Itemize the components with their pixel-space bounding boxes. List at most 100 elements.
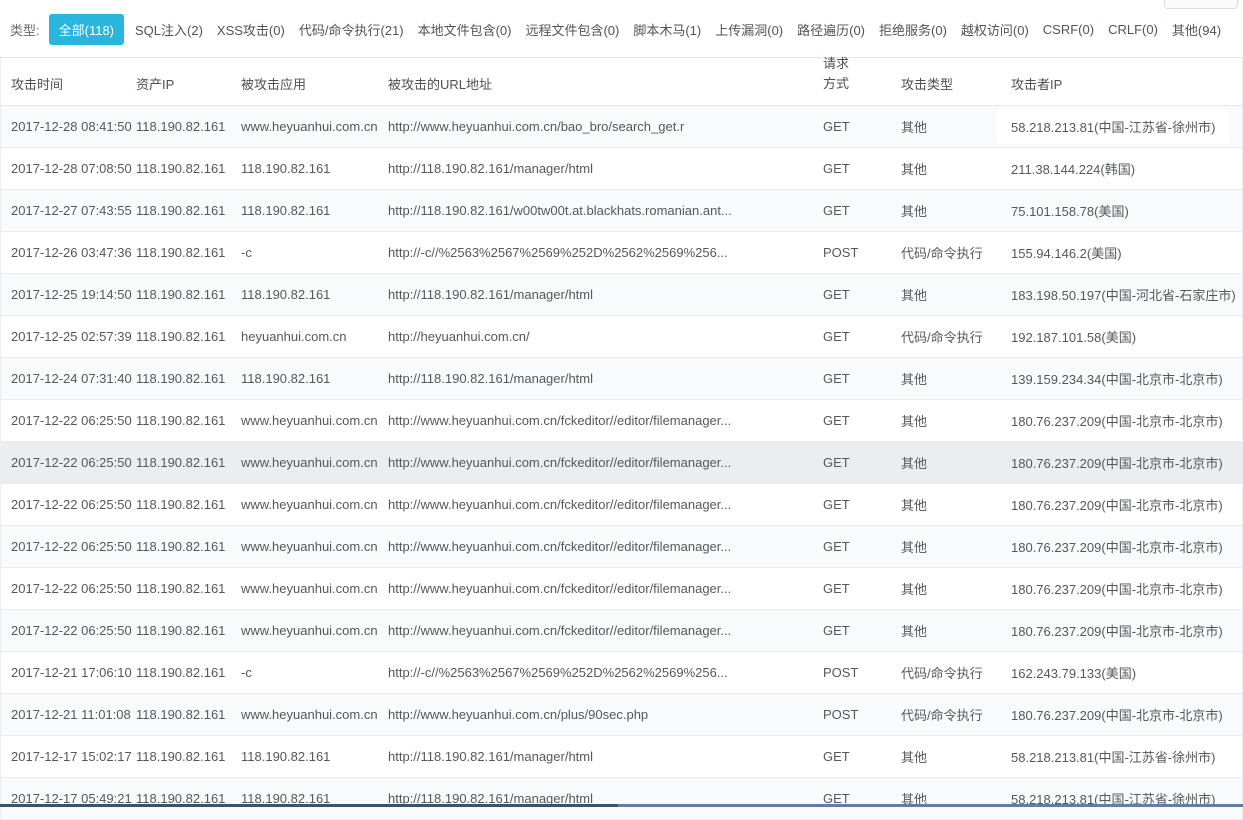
attacker-ip-value: 180.76.237.209(中国-北京市-北京市) <box>1011 621 1223 640</box>
cell-attack-type: 其他 <box>901 159 1011 178</box>
cell-attacker-ip: 180.76.237.209(中国-北京市-北京市) <box>1011 495 1242 514</box>
cell-attack-type: 其他 <box>901 369 1011 388</box>
cell-attack-type: 其他 <box>901 495 1011 514</box>
cell-attack-type: 其他 <box>901 621 1011 640</box>
filter-tab-label: 脚本木马(1) <box>633 23 701 38</box>
table-row[interactable]: 2017-12-28 07:08:50 118.190.82.161 118.1… <box>1 148 1242 190</box>
filter-tab[interactable]: 其他(94) <box>1165 14 1228 45</box>
cell-attack-time: 2017-12-25 19:14:50 <box>11 287 136 302</box>
cell-attacker-ip: 162.243.79.133(美国) <box>1011 663 1242 682</box>
table-row[interactable]: 2017-12-17 15:02:17 118.190.82.161 118.1… <box>1 736 1242 778</box>
filter-tab[interactable]: 脚本木马(1) <box>626 14 708 45</box>
table-row[interactable]: 2017-12-21 17:06:10 118.190.82.161 -c ht… <box>1 652 1242 694</box>
filter-tab[interactable]: 代码/命令执行(21) <box>292 14 411 45</box>
filter-tab[interactable]: 越权访问(0) <box>954 14 1036 45</box>
cell-attacked-url: http://www.heyuanhui.com.cn/fckeditor//e… <box>388 455 823 470</box>
filter-tab-label: 全部(118) <box>59 23 114 38</box>
filter-tab-label: 上传漏洞(0) <box>715 23 783 38</box>
cell-attacked-url: http://118.190.82.161/manager/html <box>388 749 823 764</box>
cell-attack-type: 其他 <box>901 411 1011 430</box>
cell-attack-time: 2017-12-21 17:06:10 <box>11 665 136 680</box>
header-attacked-app: 被攻击应用 <box>241 74 388 93</box>
filter-tab[interactable]: 全部(118) <box>49 14 124 45</box>
attacker-ip-value: 58.218.213.81(中国-江苏省-徐州市) <box>1011 747 1215 766</box>
cell-attacker-ip: 75.101.158.78(美国) <box>1011 201 1242 220</box>
cell-attacked-url: http://www.heyuanhui.com.cn/fckeditor//e… <box>388 581 823 596</box>
attacker-ip-value: 180.76.237.209(中国-北京市-北京市) <box>1011 495 1223 514</box>
cell-attacker-ip: 211.38.144.224(韩国) <box>1011 159 1242 178</box>
cell-attack-time: 2017-12-21 11:01:08 <box>11 707 136 722</box>
cell-attacked-app: www.heyuanhui.com.cn <box>241 455 388 470</box>
cell-request-method: GET <box>823 623 901 638</box>
attacker-ip-value: 211.38.144.224(韩国) <box>1011 159 1135 178</box>
cell-attack-time: 2017-12-22 06:25:50 <box>11 623 136 638</box>
cell-asset-ip: 118.190.82.161 <box>136 161 241 176</box>
filter-tab-label: 代码/命令执行(21) <box>299 23 404 38</box>
table-row[interactable]: 2017-12-24 07:31:40 118.190.82.161 118.1… <box>1 358 1242 400</box>
table-row[interactable]: 2017-12-27 07:43:55 118.190.82.161 118.1… <box>1 190 1242 232</box>
attacker-ip-value: 58.218.213.81(中国-江苏省-徐州市) <box>997 109 1229 144</box>
cell-request-method: GET <box>823 161 901 176</box>
table-row[interactable]: 2017-12-22 06:25:50 118.190.82.161 www.h… <box>1 526 1242 568</box>
cell-request-method: GET <box>823 455 901 470</box>
filter-tab[interactable]: CSRF(0) <box>1036 16 1101 43</box>
table-row[interactable]: 2017-12-21 11:01:08 118.190.82.161 www.h… <box>1 694 1242 736</box>
table-row[interactable]: 2017-12-25 19:14:50 118.190.82.161 118.1… <box>1 274 1242 316</box>
cell-attacked-app: 118.190.82.161 <box>241 749 388 764</box>
filter-tab-label: 拒绝服务(0) <box>879 23 947 38</box>
filter-tab[interactable]: 上传漏洞(0) <box>708 14 790 45</box>
filter-tab[interactable]: 远程文件包含(0) <box>518 14 626 45</box>
cell-attack-type: 代码/命令执行 <box>901 663 1011 682</box>
cell-asset-ip: 118.190.82.161 <box>136 539 241 554</box>
cell-attacked-app: www.heyuanhui.com.cn <box>241 623 388 638</box>
cell-asset-ip: 118.190.82.161 <box>136 329 241 344</box>
cell-request-method: GET <box>823 413 901 428</box>
table-row[interactable]: 2017-12-22 06:25:50 118.190.82.161 www.h… <box>1 484 1242 526</box>
cell-attacked-url: http://www.heyuanhui.com.cn/bao_bro/sear… <box>388 119 823 134</box>
cell-request-method: GET <box>823 329 901 344</box>
cell-attack-type: 代码/命令执行 <box>901 243 1011 262</box>
cell-attack-time: 2017-12-17 15:02:17 <box>11 749 136 764</box>
filter-tab[interactable]: 路径遍历(0) <box>790 14 872 45</box>
table-row[interactable]: 2017-12-22 06:25:50 118.190.82.161 www.h… <box>1 400 1242 442</box>
table-row[interactable]: 2017-12-17 05:49:21 118.190.82.161 118.1… <box>1 778 1242 820</box>
filter-tab[interactable]: 本地文件包含(0) <box>411 14 519 45</box>
cell-attack-type: 代码/命令执行 <box>901 705 1011 724</box>
cell-attack-type: 其他 <box>901 117 1011 136</box>
cell-attack-time: 2017-12-24 07:31:40 <box>11 371 136 386</box>
cell-request-method: POST <box>823 707 901 722</box>
table-row[interactable]: 2017-12-22 06:25:50 118.190.82.161 www.h… <box>1 442 1242 484</box>
cell-attack-type: 其他 <box>901 453 1011 472</box>
cell-request-method: GET <box>823 749 901 764</box>
cell-attacked-app: www.heyuanhui.com.cn <box>241 581 388 596</box>
filter-tab[interactable]: XSS攻击(0) <box>210 14 292 45</box>
cell-attacked-app: www.heyuanhui.com.cn <box>241 119 388 134</box>
cell-attacked-url: http://118.190.82.161/w00tw00t.at.blackh… <box>388 203 823 218</box>
filter-tab[interactable]: SQL注入(2) <box>128 14 210 45</box>
cell-attack-time: 2017-12-28 08:41:50 <box>11 119 136 134</box>
attacker-ip-value: 180.76.237.209(中国-北京市-北京市) <box>1011 705 1223 724</box>
table-row[interactable]: 2017-12-22 06:25:50 118.190.82.161 www.h… <box>1 610 1242 652</box>
filter-tab[interactable]: 拒绝服务(0) <box>872 14 954 45</box>
filter-tab[interactable]: CRLF(0) <box>1101 16 1165 43</box>
cell-asset-ip: 118.190.82.161 <box>136 665 241 680</box>
filter-tab-label: 路径遍历(0) <box>797 23 865 38</box>
attacker-ip-value: 192.187.101.58(美国) <box>1011 327 1136 346</box>
cell-attacked-app: www.heyuanhui.com.cn <box>241 707 388 722</box>
cell-asset-ip: 118.190.82.161 <box>136 287 241 302</box>
top-right-cutoff-button[interactable] <box>1164 0 1238 9</box>
cell-attacked-url: http://www.heyuanhui.com.cn/fckeditor//e… <box>388 539 823 554</box>
attacker-ip-value: 162.243.79.133(美国) <box>1011 663 1136 682</box>
table-row[interactable]: 2017-12-22 06:25:50 118.190.82.161 www.h… <box>1 568 1242 610</box>
cell-attacker-ip: 180.76.237.209(中国-北京市-北京市) <box>1011 621 1242 640</box>
cell-request-method: GET <box>823 119 901 134</box>
filter-tab-label: SQL注入(2) <box>135 23 203 38</box>
cell-attack-type: 其他 <box>901 537 1011 556</box>
cell-attack-type: 其他 <box>901 747 1011 766</box>
cell-asset-ip: 118.190.82.161 <box>136 623 241 638</box>
table-row[interactable]: 2017-12-26 03:47:36 118.190.82.161 -c ht… <box>1 232 1242 274</box>
filter-tabs: 全部(118) SQL注入(2) XSS攻击(0) 代码/命令执行(21) 本地… <box>49 14 1228 45</box>
table-row[interactable]: 2017-12-25 02:57:39 118.190.82.161 heyua… <box>1 316 1242 358</box>
filter-tab-label: 远程文件包含(0) <box>525 23 619 38</box>
table-row[interactable]: 2017-12-28 08:41:50 118.190.82.161 www.h… <box>1 106 1242 148</box>
